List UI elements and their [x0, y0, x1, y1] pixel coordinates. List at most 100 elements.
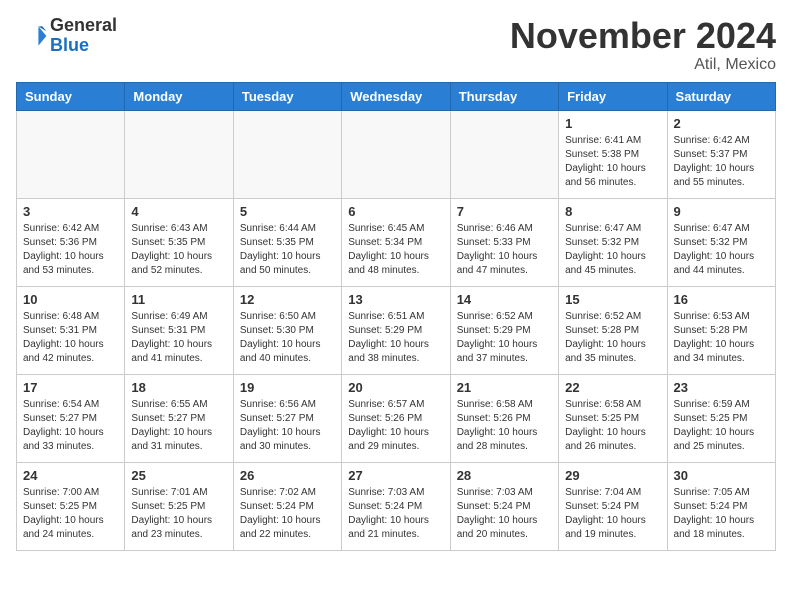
calendar-day: 20 Sunrise: 6:57 AMSunset: 5:26 PMDayligh… [342, 374, 450, 462]
day-info: Sunrise: 6:46 AMSunset: 5:33 PMDaylight:… [457, 222, 552, 278]
day-number: 3 [23, 204, 118, 219]
calendar-day: 6Sunrise: 6:45 AMSunset: 5:34 PMDaylight… [342, 198, 450, 286]
calendar-day: 12 Sunrise: 6:50 AMSunset: 5:30 PMDayligh… [233, 286, 341, 374]
day-info: Sunrise: 6:45 AMSunset: 5:34 PMDaylight:… [348, 222, 443, 278]
logo: General Blue [16, 16, 117, 56]
day-number: 20 [348, 380, 443, 395]
calendar-day [125, 110, 233, 198]
day-info: Sunrise: 6:58 AMSunset: 5:25 PMDaylight:… [565, 398, 660, 454]
weekday-header-saturday: Saturday [667, 82, 775, 110]
day-number: 5 [240, 204, 335, 219]
location: Atil, Mexico [510, 56, 776, 74]
day-info: Sunrise: 6:54 AMSunset: 5:27 PMDaylight:… [23, 398, 118, 454]
logo-general: General [50, 15, 117, 35]
day-info: Sunrise: 7:01 AMSunset: 5:25 PMDaylight:… [131, 486, 226, 542]
calendar-day [450, 110, 558, 198]
day-info: Sunrise: 6:53 AMSunset: 5:28 PMDaylight:… [674, 310, 769, 366]
calendar-day: 18 Sunrise: 6:55 AMSunset: 5:27 PMDayligh… [125, 374, 233, 462]
day-info: Sunrise: 7:03 AMSunset: 5:24 PMDaylight:… [457, 486, 552, 542]
calendar-day: 2Sunrise: 6:42 AMSunset: 5:37 PMDaylight… [667, 110, 775, 198]
weekday-header-thursday: Thursday [450, 82, 558, 110]
day-number: 8 [565, 204, 660, 219]
logo-icon [16, 20, 48, 52]
day-number: 18 [131, 380, 226, 395]
calendar-week-1: 1 Sunrise: 6:41 AMSunset: 5:38 PMDaylight… [17, 110, 776, 198]
calendar-day: 17 Sunrise: 6:54 AMSunset: 5:27 PMDayligh… [17, 374, 125, 462]
calendar-day: 8 Sunrise: 6:47 AMSunset: 5:32 PMDaylight… [559, 198, 667, 286]
calendar-day: 13 Sunrise: 6:51 AMSunset: 5:29 PMDayligh… [342, 286, 450, 374]
day-number: 24 [23, 468, 118, 483]
page-header: General Blue November 2024 Atil, Mexico [16, 16, 776, 74]
day-number: 12 [240, 292, 335, 307]
day-info: Sunrise: 6:43 AMSunset: 5:35 PMDaylight:… [131, 222, 226, 278]
day-number: 1 [565, 116, 660, 131]
calendar-table: SundayMondayTuesdayWednesdayThursdayFrid… [16, 82, 776, 551]
day-info: Sunrise: 6:51 AMSunset: 5:29 PMDaylight:… [348, 310, 443, 366]
calendar-day: 19 Sunrise: 6:56 AMSunset: 5:27 PMDayligh… [233, 374, 341, 462]
day-info: Sunrise: 6:41 AMSunset: 5:38 PMDaylight:… [565, 134, 660, 190]
day-info: Sunrise: 7:04 AMSunset: 5:24 PMDaylight:… [565, 486, 660, 542]
calendar-day: 21 Sunrise: 6:58 AMSunset: 5:26 PMDayligh… [450, 374, 558, 462]
calendar-day: 4 Sunrise: 6:43 AMSunset: 5:35 PMDaylight… [125, 198, 233, 286]
calendar-day: 24 Sunrise: 7:00 AMSunset: 5:25 PMDayligh… [17, 462, 125, 550]
calendar-day: 5 Sunrise: 6:44 AMSunset: 5:35 PMDaylight… [233, 198, 341, 286]
day-number: 13 [348, 292, 443, 307]
weekday-header-sunday: Sunday [17, 82, 125, 110]
day-info: Sunrise: 6:55 AMSunset: 5:27 PMDaylight:… [131, 398, 226, 454]
calendar-day: 16 Sunrise: 6:53 AMSunset: 5:28 PMDayligh… [667, 286, 775, 374]
calendar-day [17, 110, 125, 198]
calendar-day: 10Sunrise: 6:48 AMSunset: 5:31 PMDayligh… [17, 286, 125, 374]
day-info: Sunrise: 6:50 AMSunset: 5:30 PMDaylight:… [240, 310, 335, 366]
day-number: 21 [457, 380, 552, 395]
day-number: 30 [674, 468, 769, 483]
weekday-header-wednesday: Wednesday [342, 82, 450, 110]
day-number: 15 [565, 292, 660, 307]
calendar-day: 15 Sunrise: 6:52 AMSunset: 5:28 PMDayligh… [559, 286, 667, 374]
calendar-day: 3 Sunrise: 6:42 AMSunset: 5:36 PMDaylight… [17, 198, 125, 286]
calendar-day: 14Sunrise: 6:52 AMSunset: 5:29 PMDayligh… [450, 286, 558, 374]
weekday-header-monday: Monday [125, 82, 233, 110]
logo-blue: Blue [50, 35, 89, 55]
day-info: Sunrise: 6:52 AMSunset: 5:28 PMDaylight:… [565, 310, 660, 366]
calendar-day: 22 Sunrise: 6:58 AMSunset: 5:25 PMDayligh… [559, 374, 667, 462]
day-info: Sunrise: 6:42 AMSunset: 5:37 PMDaylight:… [674, 134, 769, 190]
weekday-header-row: SundayMondayTuesdayWednesdayThursdayFrid… [17, 82, 776, 110]
calendar-day: 1 Sunrise: 6:41 AMSunset: 5:38 PMDaylight… [559, 110, 667, 198]
day-info: Sunrise: 6:59 AMSunset: 5:25 PMDaylight:… [674, 398, 769, 454]
day-number: 22 [565, 380, 660, 395]
calendar-day [342, 110, 450, 198]
calendar-day: 30 Sunrise: 7:05 AMSunset: 5:24 PMDayligh… [667, 462, 775, 550]
day-info: Sunrise: 7:05 AMSunset: 5:24 PMDaylight:… [674, 486, 769, 542]
calendar-week-5: 24 Sunrise: 7:00 AMSunset: 5:25 PMDayligh… [17, 462, 776, 550]
day-number: 16 [674, 292, 769, 307]
day-info: Sunrise: 6:52 AMSunset: 5:29 PMDaylight:… [457, 310, 552, 366]
day-number: 19 [240, 380, 335, 395]
calendar-day: 7 Sunrise: 6:46 AMSunset: 5:33 PMDaylight… [450, 198, 558, 286]
weekday-header-friday: Friday [559, 82, 667, 110]
calendar-day: 27Sunrise: 7:03 AMSunset: 5:24 PMDayligh… [342, 462, 450, 550]
calendar-day: 25 Sunrise: 7:01 AMSunset: 5:25 PMDayligh… [125, 462, 233, 550]
day-info: Sunrise: 6:47 AMSunset: 5:32 PMDaylight:… [674, 222, 769, 278]
day-info: Sunrise: 7:00 AMSunset: 5:25 PMDaylight:… [23, 486, 118, 542]
day-number: 4 [131, 204, 226, 219]
day-info: Sunrise: 6:58 AMSunset: 5:26 PMDaylight:… [457, 398, 552, 454]
calendar-day [233, 110, 341, 198]
day-info: Sunrise: 6:44 AMSunset: 5:35 PMDaylight:… [240, 222, 335, 278]
calendar-day: 26Sunrise: 7:02 AMSunset: 5:24 PMDayligh… [233, 462, 341, 550]
calendar-day: 11Sunrise: 6:49 AMSunset: 5:31 PMDayligh… [125, 286, 233, 374]
day-info: Sunrise: 7:03 AMSunset: 5:24 PMDaylight:… [348, 486, 443, 542]
day-info: Sunrise: 6:57 AMSunset: 5:26 PMDaylight:… [348, 398, 443, 454]
day-number: 17 [23, 380, 118, 395]
day-number: 25 [131, 468, 226, 483]
day-info: Sunrise: 6:47 AMSunset: 5:32 PMDaylight:… [565, 222, 660, 278]
day-info: Sunrise: 6:56 AMSunset: 5:27 PMDaylight:… [240, 398, 335, 454]
calendar-day: 28Sunrise: 7:03 AMSunset: 5:24 PMDayligh… [450, 462, 558, 550]
day-number: 11 [131, 292, 226, 307]
day-number: 9 [674, 204, 769, 219]
weekday-header-tuesday: Tuesday [233, 82, 341, 110]
day-info: Sunrise: 6:42 AMSunset: 5:36 PMDaylight:… [23, 222, 118, 278]
logo-text: General Blue [50, 16, 117, 56]
day-number: 7 [457, 204, 552, 219]
day-number: 10 [23, 292, 118, 307]
day-number: 29 [565, 468, 660, 483]
